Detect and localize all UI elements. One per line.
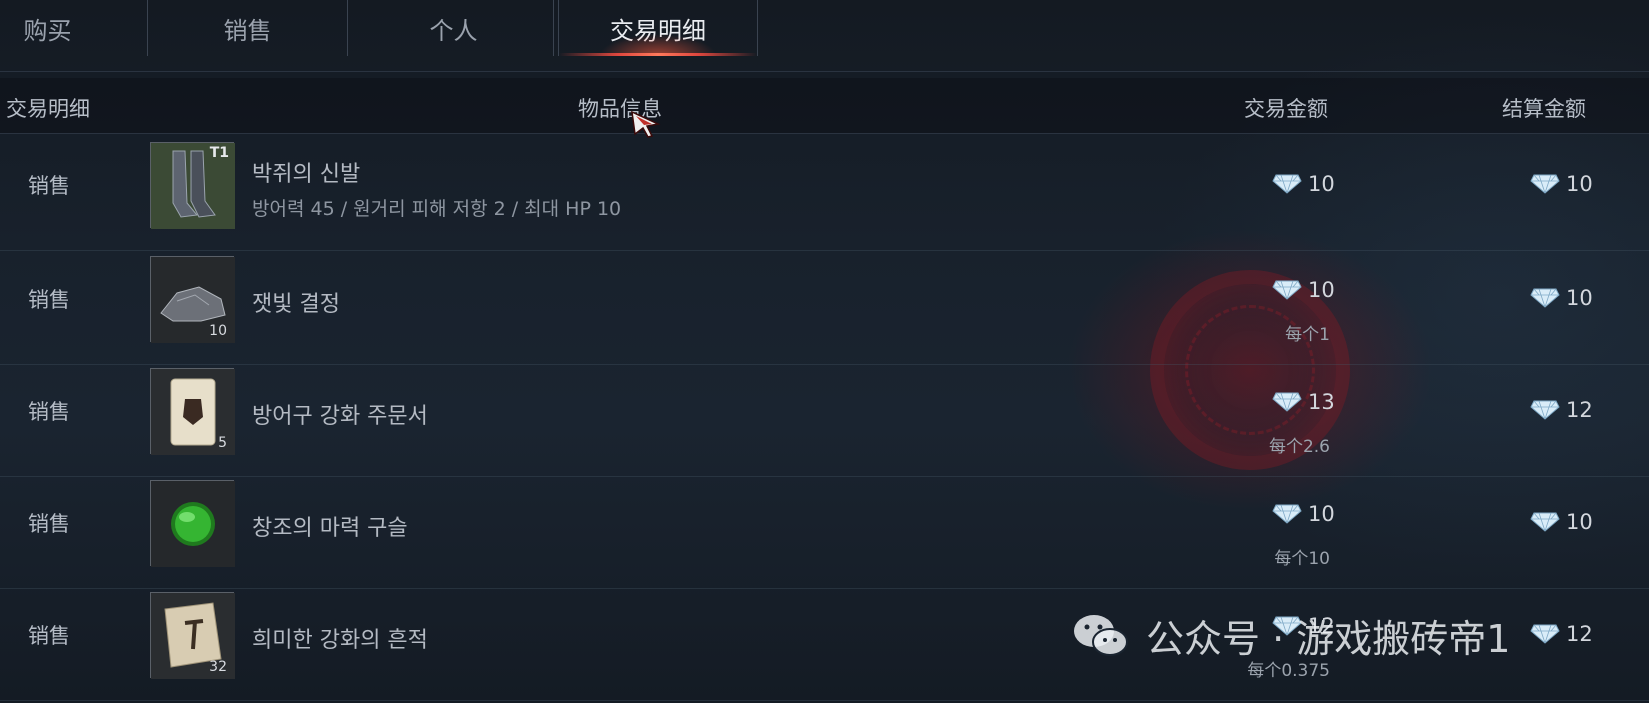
item-tier: T1	[209, 145, 229, 161]
settle-amount: 10	[1530, 172, 1593, 196]
tab-active-underline	[559, 53, 757, 56]
trade-amount-value: 10	[1308, 278, 1335, 302]
mouse-cursor-icon	[631, 110, 661, 138]
watermark: 公众号 · 游戏搬砖帝1	[1070, 610, 1511, 661]
item-quantity: 5	[218, 435, 227, 451]
item-name: 창조의 마력 구슬	[252, 516, 408, 541]
settle-amount-value: 12	[1566, 398, 1593, 422]
settle-amount: 10	[1530, 510, 1593, 534]
trade-amount-value: 10	[1308, 502, 1335, 526]
settle-amount: 10	[1530, 286, 1593, 310]
tab-bar: 购买 销售 个人 交易明细	[0, 0, 1649, 72]
settle-amount: 12	[1530, 622, 1593, 646]
item-stats: 방어력 45 / 원거리 피해 저항 2 / 최대 HP 10	[252, 198, 622, 220]
table-header: 交易明细 物品信息 交易金额 结算金额	[0, 78, 1649, 134]
diamond-icon	[1530, 512, 1560, 532]
watermark-text: 公众号 · 游戏搬砖帝1	[1146, 616, 1511, 661]
ore-icon[interactable]: 10	[150, 256, 235, 343]
trade-amount: 10	[1272, 172, 1335, 196]
header-type: 交易明细	[6, 97, 90, 121]
header-settle-amount: 结算金额	[1502, 97, 1586, 121]
tab-personal[interactable]: 个人	[354, 0, 554, 56]
item-name: 희미한 강화의 흔적	[252, 628, 428, 653]
green-orb-icon[interactable]	[150, 480, 235, 567]
settle-amount-value: 10	[1566, 286, 1593, 310]
transaction-type: 销售	[28, 512, 70, 536]
header-trade-amount: 交易金额	[1244, 97, 1328, 121]
scroll-icon[interactable]: 5	[150, 368, 235, 455]
boots-icon[interactable]: T1	[150, 142, 235, 229]
diamond-icon	[1272, 174, 1302, 194]
item-name: 박쥐의 신발	[252, 162, 361, 187]
transaction-type: 销售	[28, 174, 70, 198]
trade-amount: 13	[1272, 390, 1335, 414]
diamond-icon	[1530, 288, 1560, 308]
parchment-icon[interactable]: 32	[150, 592, 235, 679]
settle-amount-value: 12	[1566, 622, 1593, 646]
item-name: 방어구 강화 주문서	[252, 404, 428, 429]
table-row[interactable]: 销售 10 잿빛 결정 10 每个1 10	[0, 248, 1649, 365]
tab-transaction-details[interactable]: 交易明细	[558, 0, 758, 56]
item-quantity: 10	[209, 323, 227, 339]
table-row[interactable]: 销售 T1 박쥐의 신발 방어력 45 / 원거리 피해 저항 2 / 최대 H…	[0, 134, 1649, 251]
diamond-icon	[1530, 174, 1560, 194]
tab-buy[interactable]: 购买	[0, 0, 148, 56]
settle-amount-value: 10	[1566, 510, 1593, 534]
unit-price: 每个2.6	[1268, 437, 1330, 457]
trade-amount: 10	[1272, 278, 1335, 302]
tab-label: 销售	[223, 16, 272, 45]
trade-amount-value: 10	[1308, 172, 1335, 196]
transaction-type: 销售	[28, 400, 70, 424]
unit-price: 每个10	[1274, 549, 1330, 569]
unit-price: 每个1	[1285, 325, 1330, 345]
diamond-icon	[1530, 624, 1560, 644]
item-name: 잿빛 결정	[252, 292, 340, 317]
diamond-icon	[1272, 392, 1302, 412]
transaction-type: 销售	[28, 288, 70, 312]
table-row[interactable]: 销售 창조의 마력 구슬 10 每个10 10	[0, 472, 1649, 589]
tab-label: 个人	[429, 16, 478, 45]
item-quantity: 32	[209, 659, 227, 675]
diamond-icon	[1272, 504, 1302, 524]
settle-amount: 12	[1530, 398, 1593, 422]
trade-amount-value: 13	[1308, 390, 1335, 414]
tab-sell[interactable]: 销售	[148, 0, 348, 56]
table-row[interactable]: 销售 5 방어구 강화 주문서 13 每个2.6 12	[0, 360, 1649, 477]
trade-amount: 10	[1272, 502, 1335, 526]
tab-label: 购买	[23, 16, 72, 45]
wechat-icon	[1074, 615, 1128, 656]
diamond-icon	[1272, 280, 1302, 300]
transaction-type: 销售	[28, 624, 70, 648]
settle-amount-value: 10	[1566, 172, 1593, 196]
diamond-icon	[1530, 400, 1560, 420]
